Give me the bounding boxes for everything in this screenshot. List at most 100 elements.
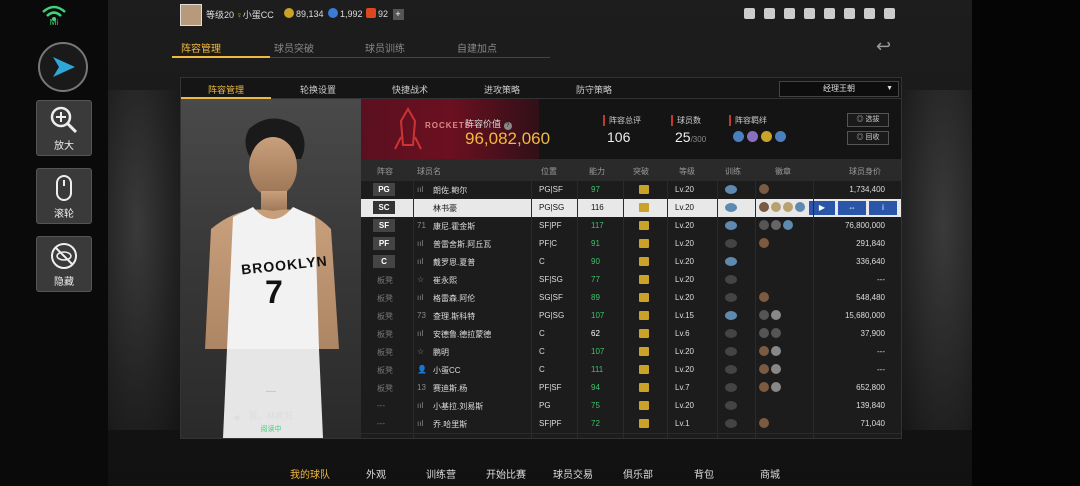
training-icon <box>725 185 737 194</box>
table-row[interactable]: 板凳 ııl 安德鲁.德拉蒙德 C 62 Lv.6 37,900 <box>361 325 901 344</box>
table-row[interactable]: SC 林书豪 PG|SG 116 Lv.20 ▶ ⇔ i <box>361 199 901 218</box>
table-row[interactable]: --- ııl 小基拉.刘易斯 PG 75 Lv.20 139,840 <box>361 397 901 416</box>
player-price: 139,840 <box>856 401 885 410</box>
column-divider <box>667 181 668 438</box>
bell-icon[interactable] <box>764 8 775 19</box>
train-button[interactable]: ⇔ <box>838 201 866 215</box>
player-price: 336,640 <box>856 257 885 266</box>
card-status: 阅读中 <box>260 426 282 433</box>
badge-icon <box>771 220 781 230</box>
table-row[interactable]: 板凳 73 查理.斯科特 PG|SG 107 Lv.15 15,680,000 <box>361 307 901 326</box>
player-level: Lv.20 <box>675 239 694 248</box>
slot-label: 板凳 <box>377 312 393 321</box>
play-arrow-button[interactable] <box>38 42 88 92</box>
subtab-lineup[interactable]: 阵容管理 <box>181 83 271 96</box>
tab-breakthrough[interactable]: 球员突破 <box>274 40 374 55</box>
player-name: 朗佐.鲍尔 <box>433 186 468 195</box>
slot-label: --- <box>377 419 385 428</box>
video-icon[interactable] <box>804 8 815 19</box>
nav-my-team[interactable]: 我的球队 <box>280 466 340 481</box>
nav-start-game[interactable]: 开始比赛 <box>476 466 536 481</box>
player-position: SF|PF <box>539 419 562 428</box>
player-name: 小蛋CC <box>433 366 461 375</box>
nav-appearance[interactable]: 外观 <box>346 466 406 481</box>
subtab-offense[interactable]: 进攻策略 <box>457 83 547 96</box>
game-screen: 等级20 ♀小蛋CC 89,134 1,992 92 + 阵容管理 球员突破 球… <box>108 0 972 486</box>
tab-training[interactable]: 球员训练 <box>365 40 465 55</box>
player-position: PG|SG <box>539 311 565 320</box>
breakthrough-icon <box>639 203 649 212</box>
table-row[interactable]: 板凳 13 赛迪斯.杨 PF|SF 94 Lv.7 652,800 <box>361 379 901 398</box>
player-number: ııl <box>417 185 424 194</box>
nav-training-camp[interactable]: 训练营 <box>411 466 471 481</box>
tab-lineup[interactable]: 阵容管理 <box>181 40 281 55</box>
tab-custom-points[interactable]: 自建加点 <box>457 40 557 55</box>
friends-icon[interactable] <box>784 8 795 19</box>
table-row[interactable]: 板凳 👤 小蛋CC C 111 Lv.20 --- <box>361 361 901 380</box>
breakthrough-icon <box>639 401 649 410</box>
back-icon[interactable]: ↩ <box>876 36 891 57</box>
player-position: C <box>539 329 545 338</box>
table-row[interactable]: PG ııl 朗佐.鲍尔 PG|SF 97 Lv.20 1,734,400 <box>361 181 901 200</box>
recycle-button[interactable]: ◎ 回收 <box>847 131 889 145</box>
subtab-quick-tactics[interactable]: 快捷战术 <box>365 83 455 96</box>
hide-button[interactable]: 隐藏 <box>36 236 92 292</box>
add-points-button[interactable]: + <box>392 9 404 20</box>
settings-icon[interactable] <box>824 8 835 19</box>
bond-icon[interactable] <box>733 131 744 142</box>
nav-backpack[interactable]: 背包 <box>674 466 734 481</box>
player-position: PG|SF <box>539 185 563 194</box>
badge-icon <box>759 346 769 356</box>
manager-avatar[interactable] <box>180 4 202 26</box>
badge-icon <box>759 310 769 320</box>
nav-player-trade[interactable]: 球员交易 <box>543 466 603 481</box>
headset-icon[interactable] <box>864 8 875 19</box>
column-divider <box>717 181 718 438</box>
info-button[interactable]: i <box>869 201 897 215</box>
table-row[interactable]: SF 71 康尼.霍金斯 SF|PF 117 Lv.20 76,800,000 <box>361 217 901 236</box>
mode-dropdown[interactable]: 经理王朝 ▼ <box>779 81 899 97</box>
player-card[interactable]: BROOKLYN 7 — ◀ 我，林疯狂 阅读中 <box>181 99 361 438</box>
mouse-icon <box>56 175 72 201</box>
player-price: 548,480 <box>856 293 885 302</box>
table-row[interactable]: PF ııl 普雷舍斯.阿丘瓦 PF|C 91 Lv.20 291,840 <box>361 235 901 254</box>
bond-icon[interactable] <box>747 131 758 142</box>
player-name: 普雷舍斯.阿丘瓦 <box>433 240 492 249</box>
select-button[interactable]: ◎ 选拔 <box>847 113 889 127</box>
table-row[interactable]: Cııl 戴罗恩.夏普 C 90 Lv.20 336,640 <box>361 253 901 272</box>
table-row[interactable]: 板凳 ☆ 崔永熙 SF|SG 77 Lv.20 --- <box>361 271 901 290</box>
slot-label: 板凳 <box>377 384 393 393</box>
subtab-rotation[interactable]: 轮换设置 <box>273 83 363 96</box>
wifi-label: Mi <box>49 18 59 27</box>
player-position: PF|SF <box>539 383 562 392</box>
card-title: 我，林疯狂 <box>248 411 294 421</box>
player-name: 小基拉.刘易斯 <box>433 402 484 411</box>
shield-icon[interactable] <box>844 8 855 19</box>
gold-row: 89,134 <box>284 8 324 19</box>
subtab-defense[interactable]: 防守策略 <box>549 83 639 96</box>
badge-icon <box>771 346 781 356</box>
tab-active-indicator <box>172 56 270 58</box>
badge-icon <box>759 202 769 212</box>
player-ability: 75 <box>591 401 600 410</box>
profile-icon[interactable] <box>744 8 755 19</box>
col-header-training: 训练 <box>725 167 741 176</box>
slot-label: --- <box>377 401 385 410</box>
player-position: SG|SF <box>539 293 563 302</box>
player-number: ☆ <box>417 347 425 356</box>
nav-shop[interactable]: 商城 <box>740 466 800 481</box>
zoom-button[interactable]: 放大 <box>36 100 92 156</box>
gem-icon <box>328 8 338 18</box>
table-row[interactable]: --- ııl 乔.哈里斯 SF|PF 72 Lv.1 71,040 <box>361 415 901 434</box>
table-row[interactable]: 板凳 ☆ 鹏明 C 107 Lv.20 --- <box>361 343 901 362</box>
scroll-button[interactable]: 滚轮 <box>36 168 92 224</box>
bond-icon[interactable] <box>761 131 772 142</box>
player-position: PG|SG <box>539 203 565 212</box>
lineup-value: 96,082,060 <box>465 129 551 148</box>
breakthrough-icon <box>639 311 649 320</box>
table-row[interactable]: 板凳 ııl 格雷森.阿伦 SG|SF 89 Lv.20 548,480 <box>361 289 901 308</box>
player-position: C <box>539 347 545 356</box>
nav-club[interactable]: 俱乐部 <box>608 466 668 481</box>
bond-icon[interactable] <box>775 131 786 142</box>
exit-icon[interactable] <box>884 8 895 19</box>
